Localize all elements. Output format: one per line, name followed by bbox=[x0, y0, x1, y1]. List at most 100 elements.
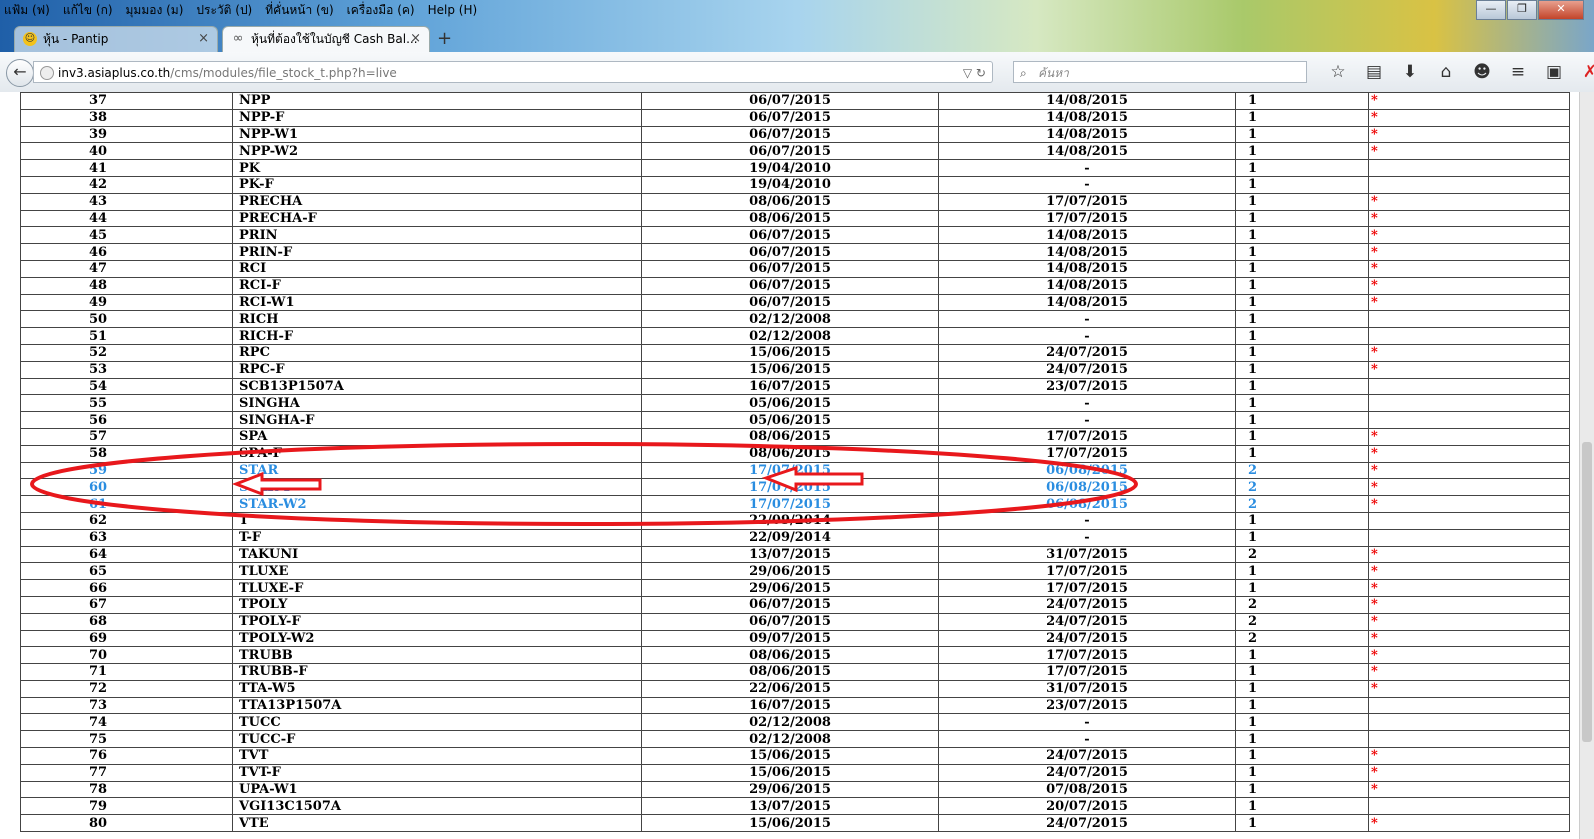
tab-close-icon[interactable]: × bbox=[198, 27, 209, 51]
table-row: 57 SPA 08/06/2015 17/07/2015 1 * bbox=[20, 427, 1570, 446]
row-number: 62 bbox=[20, 511, 233, 530]
home-icon[interactable]: ⌂ bbox=[1428, 62, 1464, 82]
row-marker: * bbox=[1368, 343, 1570, 362]
row-number: 55 bbox=[20, 394, 233, 413]
bookmark-star-icon[interactable]: ☆ bbox=[1320, 62, 1356, 82]
row-date-start: 06/07/2015 bbox=[641, 293, 939, 312]
row-date-end: 14/08/2015 bbox=[938, 142, 1236, 161]
table-row: 39 NPP-W1 06/07/2015 14/08/2015 1 * bbox=[20, 125, 1570, 144]
menu-file[interactable]: แฟ้ม (ฟ) bbox=[4, 1, 50, 20]
row-number: 50 bbox=[20, 310, 233, 329]
row-date-end: 14/08/2015 bbox=[938, 226, 1236, 245]
menu-icon[interactable]: ≡ bbox=[1500, 62, 1536, 82]
tab-cash-balance[interactable]: ∞ หุ้นที่ต้องใช้ในบัญชี Cash Bal... × bbox=[222, 26, 430, 52]
row-date-end: 07/08/2015 bbox=[938, 780, 1236, 799]
row-type: 2 bbox=[1235, 612, 1369, 631]
row-type: 1 bbox=[1235, 276, 1369, 295]
row-date-start: 29/06/2015 bbox=[641, 562, 939, 581]
row-symbol: PRIN-F bbox=[232, 243, 642, 261]
row-marker bbox=[1368, 175, 1570, 194]
row-number: 52 bbox=[20, 343, 233, 362]
extension-k-icon[interactable]: ▣ bbox=[1536, 62, 1572, 82]
maximize-button[interactable]: ❐ bbox=[1507, 0, 1537, 20]
row-date-end: 17/07/2015 bbox=[938, 444, 1236, 463]
vertical-scrollbar[interactable] bbox=[1579, 92, 1594, 839]
row-symbol: TUCC-F bbox=[232, 730, 642, 749]
chat-icon[interactable]: ☻ bbox=[1464, 62, 1500, 82]
row-marker: * bbox=[1368, 259, 1570, 278]
downloads-icon[interactable]: ⬇ bbox=[1392, 62, 1428, 82]
row-number: 79 bbox=[20, 797, 233, 816]
row-number: 48 bbox=[20, 276, 233, 295]
menu-history[interactable]: ประวัติ (ป) bbox=[196, 1, 252, 20]
new-tab-button[interactable]: + bbox=[437, 28, 452, 49]
close-window-button[interactable]: ✕ bbox=[1538, 0, 1584, 20]
row-number: 71 bbox=[20, 663, 233, 681]
table-row: 64 TAKUNI 13/07/2015 31/07/2015 2 * bbox=[20, 545, 1570, 564]
row-marker: * bbox=[1368, 125, 1570, 144]
tab-pantip[interactable]: ☺ หุ้น - Pantip × bbox=[14, 26, 218, 52]
table-row: 65 TLUXE 29/06/2015 17/07/2015 1 * bbox=[20, 562, 1570, 581]
menu-help[interactable]: Help (H) bbox=[428, 3, 478, 17]
globe-icon bbox=[40, 66, 54, 80]
row-date-end: 24/07/2015 bbox=[938, 612, 1236, 631]
table-row: 72 TTA-W5 22/06/2015 31/07/2015 1 * bbox=[20, 679, 1570, 698]
row-date-end: 24/07/2015 bbox=[938, 747, 1236, 765]
row-date-end: - bbox=[938, 713, 1236, 732]
row-symbol: TPOLY-F bbox=[232, 612, 642, 631]
stock-table: 37 NPP 06/07/2015 14/08/2015 1 * 38 NPP-F 06/07/… bbox=[20, 92, 1570, 833]
url-bar[interactable]: inv3.asiaplus.co.th/cms/modules/file_sto… bbox=[33, 61, 993, 83]
back-button[interactable]: ← bbox=[6, 59, 34, 87]
row-date-end: - bbox=[938, 730, 1236, 749]
table-row: 70 TRUBB 08/06/2015 17/07/2015 1 * bbox=[20, 646, 1570, 665]
row-date-start: 09/07/2015 bbox=[641, 629, 939, 648]
row-number: 39 bbox=[20, 125, 233, 144]
row-date-start: 13/07/2015 bbox=[641, 545, 939, 564]
search-input[interactable]: ⌕ ค้นหา bbox=[1013, 61, 1307, 83]
row-date-end: 17/07/2015 bbox=[938, 562, 1236, 581]
row-number: 70 bbox=[20, 646, 233, 665]
row-type: 1 bbox=[1235, 142, 1369, 161]
row-type: 1 bbox=[1235, 377, 1369, 396]
row-date-start: 02/12/2008 bbox=[641, 713, 939, 732]
row-symbol: TVT bbox=[232, 747, 642, 765]
minimize-button[interactable]: — bbox=[1476, 0, 1506, 20]
extension-red-icon[interactable]: ✗ bbox=[1572, 62, 1594, 82]
row-number: 41 bbox=[20, 159, 233, 177]
reload-icon[interactable]: ▽ ↻ bbox=[963, 62, 986, 84]
bookmarks-list-icon[interactable]: ▤ bbox=[1356, 62, 1392, 82]
row-date-end: 17/07/2015 bbox=[938, 192, 1236, 211]
row-symbol: NPP-F bbox=[232, 108, 642, 127]
row-symbol: RCI-W1 bbox=[232, 293, 642, 312]
row-symbol: RPC bbox=[232, 343, 642, 362]
menu-tools[interactable]: เครื่องมือ (ค) bbox=[347, 1, 415, 20]
row-date-end: 14/08/2015 bbox=[938, 108, 1236, 127]
row-date-end: 23/07/2015 bbox=[938, 696, 1236, 715]
table-row: 46 PRIN-F 06/07/2015 14/08/2015 1 * bbox=[20, 243, 1570, 261]
row-type: 1 bbox=[1235, 780, 1369, 799]
row-type: 1 bbox=[1235, 427, 1369, 446]
menu-edit[interactable]: แก้ไข (ก) bbox=[63, 1, 113, 20]
row-number: 51 bbox=[20, 327, 233, 345]
row-date-start: 19/04/2010 bbox=[641, 175, 939, 194]
row-symbol: STAR-F bbox=[232, 478, 642, 497]
row-marker: * bbox=[1368, 444, 1570, 463]
row-symbol: RCI bbox=[232, 259, 642, 278]
menu-bookmarks[interactable]: ที่คั่นหน้า (ข) bbox=[265, 1, 333, 20]
menu-view[interactable]: มุมมอง (ม) bbox=[126, 1, 184, 20]
row-number: 63 bbox=[20, 528, 233, 547]
row-date-start: 15/06/2015 bbox=[641, 360, 939, 379]
row-type: 2 bbox=[1235, 495, 1369, 513]
row-number: 66 bbox=[20, 579, 233, 597]
row-number: 45 bbox=[20, 226, 233, 245]
table-row: 52 RPC 15/06/2015 24/07/2015 1 * bbox=[20, 343, 1570, 362]
row-number: 58 bbox=[20, 444, 233, 463]
scrollbar-thumb[interactable] bbox=[1582, 442, 1592, 742]
table-row: 73 TTA13P1507A 16/07/2015 23/07/2015 1 bbox=[20, 696, 1570, 715]
row-symbol: PK bbox=[232, 159, 642, 177]
row-date-start: 06/07/2015 bbox=[641, 595, 939, 614]
row-number: 59 bbox=[20, 461, 233, 480]
tab-close-icon[interactable]: × bbox=[410, 27, 421, 51]
row-number: 72 bbox=[20, 679, 233, 698]
row-type: 1 bbox=[1235, 394, 1369, 413]
